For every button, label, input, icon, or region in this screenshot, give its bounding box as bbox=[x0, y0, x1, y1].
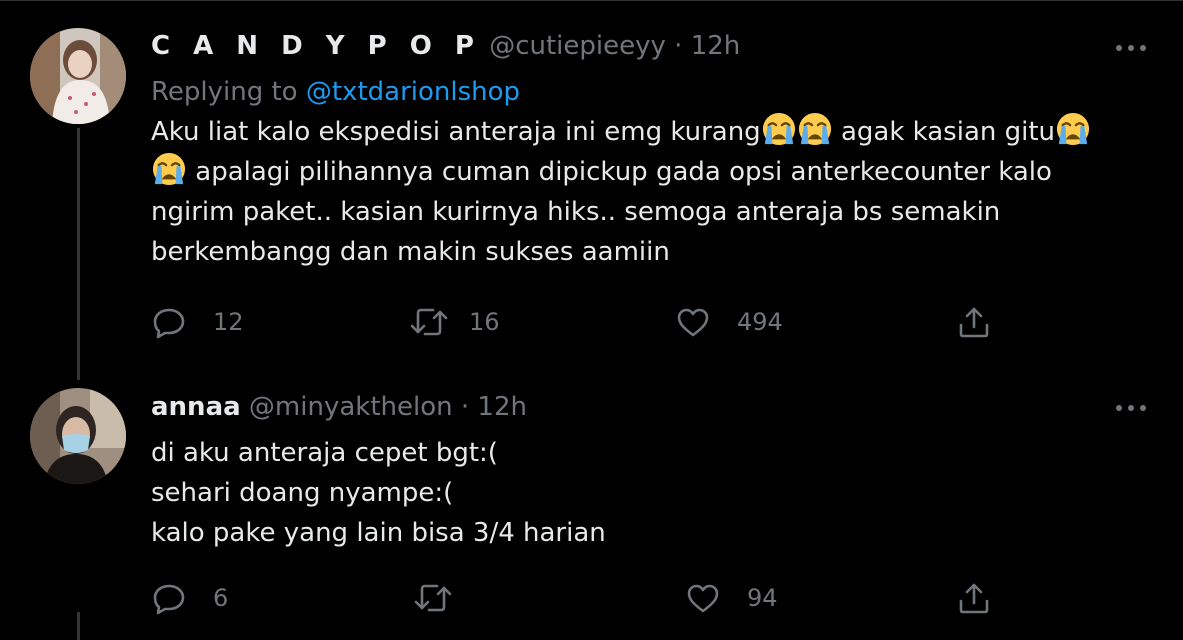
retweet-icon bbox=[414, 584, 452, 612]
retweet-button[interactable]: 16 bbox=[409, 302, 500, 342]
tweet-content: C A N D Y P O P @cutiepieeyy · 12h Reply… bbox=[151, 29, 1123, 272]
like-icon bbox=[687, 584, 719, 613]
reply-count: 12 bbox=[213, 308, 244, 336]
share-icon bbox=[959, 583, 989, 614]
tweet-text-line: sehari doang nyampe:( bbox=[151, 478, 454, 508]
loudly-crying-face-icon bbox=[798, 112, 832, 146]
user-handle[interactable]: @cutiepieeyy bbox=[489, 31, 666, 61]
tweet-actions: 6 94 bbox=[151, 578, 1011, 618]
tweet-text: Aku liat kalo ekspedisi anteraja ini emg… bbox=[151, 112, 1123, 272]
reply-button[interactable]: 6 bbox=[151, 578, 228, 618]
more-icon bbox=[1116, 405, 1146, 411]
replying-prefix: Replying to bbox=[151, 77, 298, 107]
like-button[interactable]: 94 bbox=[685, 578, 778, 618]
share-button[interactable] bbox=[956, 302, 992, 342]
replying-mention-link[interactable]: @txtdarionlshop bbox=[306, 77, 520, 107]
reply-icon bbox=[153, 308, 185, 339]
tweet-header: annaa @minyakthelon · 12h bbox=[151, 390, 1123, 424]
avatar[interactable] bbox=[30, 388, 126, 484]
loudly-crying-face-icon bbox=[762, 112, 796, 146]
tweet-content: annaa @minyakthelon · 12h di aku anteraj… bbox=[151, 390, 1123, 553]
retweet-count: 16 bbox=[469, 308, 500, 336]
more-options-button[interactable] bbox=[1113, 38, 1149, 58]
display-name[interactable]: annaa bbox=[151, 392, 241, 422]
display-name[interactable]: C A N D Y P O P bbox=[151, 31, 481, 61]
share-icon bbox=[959, 307, 989, 338]
retweet-icon bbox=[410, 308, 448, 336]
reply-count: 6 bbox=[213, 584, 229, 612]
tweet-text-part-2: agak kasian gitu bbox=[832, 117, 1056, 147]
tweet-text: di aku anteraja cepet bgt:( sehari doang… bbox=[151, 433, 1123, 553]
tweet-2[interactable]: annaa @minyakthelon · 12h di aku anteraj… bbox=[0, 380, 1183, 640]
tweet-1[interactable]: C A N D Y P O P @cutiepieeyy · 12h Reply… bbox=[0, 0, 1183, 380]
tweet-text-line: di aku anteraja cepet bgt:( bbox=[151, 438, 498, 468]
replying-to: Replying to @txtdarionlshop bbox=[151, 75, 1123, 109]
tweet-text-part-1: Aku liat kalo ekspedisi anteraja ini emg… bbox=[151, 117, 761, 147]
like-button[interactable]: 494 bbox=[675, 302, 783, 342]
more-icon bbox=[1116, 45, 1146, 51]
user-handle[interactable]: @minyakthelon bbox=[249, 392, 453, 422]
loudly-crying-face-icon bbox=[152, 152, 186, 186]
like-count: 94 bbox=[747, 584, 778, 612]
tweet-header: C A N D Y P O P @cutiepieeyy · 12h bbox=[151, 29, 1123, 63]
loudly-crying-face-icon bbox=[1056, 112, 1090, 146]
like-count: 494 bbox=[737, 308, 783, 336]
reply-button[interactable]: 12 bbox=[151, 302, 244, 342]
thread-line bbox=[77, 128, 80, 380]
avatar[interactable] bbox=[30, 28, 126, 124]
more-options-button[interactable] bbox=[1113, 398, 1149, 418]
like-icon bbox=[677, 308, 709, 337]
tweet-actions: 12 16 494 bbox=[151, 302, 1011, 342]
separator-dot: · bbox=[460, 392, 470, 422]
tweet-text-part-3: apalagi pilihannya cuman dipickup gada o… bbox=[151, 157, 1052, 267]
retweet-button[interactable] bbox=[413, 578, 479, 618]
reply-icon bbox=[153, 584, 185, 615]
thread-line bbox=[77, 612, 80, 640]
timestamp[interactable]: 12h bbox=[691, 31, 741, 61]
tweet-text-line: kalo pake yang lain bisa 3/4 harian bbox=[151, 518, 606, 548]
share-button[interactable] bbox=[956, 578, 992, 618]
timestamp[interactable]: 12h bbox=[477, 392, 527, 422]
separator-dot: · bbox=[674, 31, 683, 61]
